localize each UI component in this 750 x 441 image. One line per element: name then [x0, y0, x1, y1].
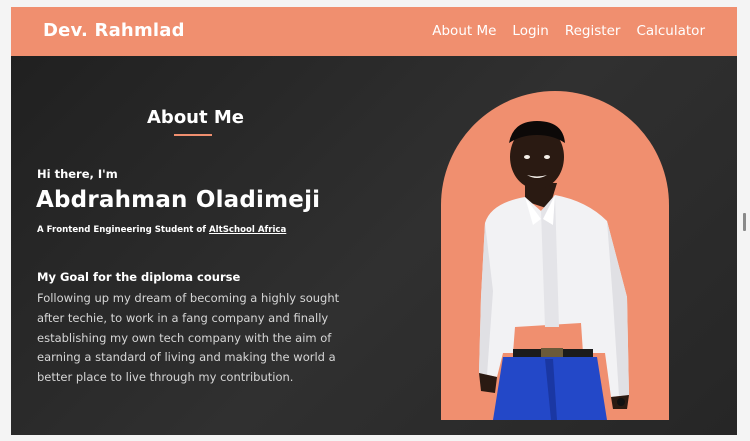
nav-register-link[interactable]: Register — [565, 23, 621, 39]
person-name: Abdrahman Oladimeji — [36, 187, 321, 213]
browser-viewport: Dev. Rahmlad About Me Login Register Cal… — [11, 7, 737, 435]
greeting: Hi there, I'm — [37, 167, 118, 181]
goal-title: My Goal for the diploma course — [37, 270, 241, 284]
brand-logo[interactable]: Dev. Rahmlad — [43, 20, 185, 41]
nav-calculator-link[interactable]: Calculator — [636, 23, 705, 39]
title-underline — [174, 134, 212, 136]
navbar: Dev. Rahmlad About Me Login Register Cal… — [11, 7, 737, 56]
goal-text: Following up my dream of becoming a high… — [37, 291, 340, 385]
portrait-frame — [441, 91, 669, 420]
subtitle-text: A Frontend Engineering Student of — [37, 225, 209, 235]
nav-links: About Me Login Register Calculator — [432, 23, 705, 39]
altschool-link[interactable]: AltSchool Africa — [209, 225, 286, 235]
section-title: About Me — [147, 107, 244, 128]
subtitle: A Frontend Engineering Student of AltSch… — [37, 225, 286, 235]
scrollbar-grip[interactable] — [743, 213, 746, 231]
portrait-photo — [479, 121, 629, 420]
nav-about-me-link[interactable]: About Me — [432, 23, 496, 39]
nav-login-link[interactable]: Login — [512, 23, 548, 39]
